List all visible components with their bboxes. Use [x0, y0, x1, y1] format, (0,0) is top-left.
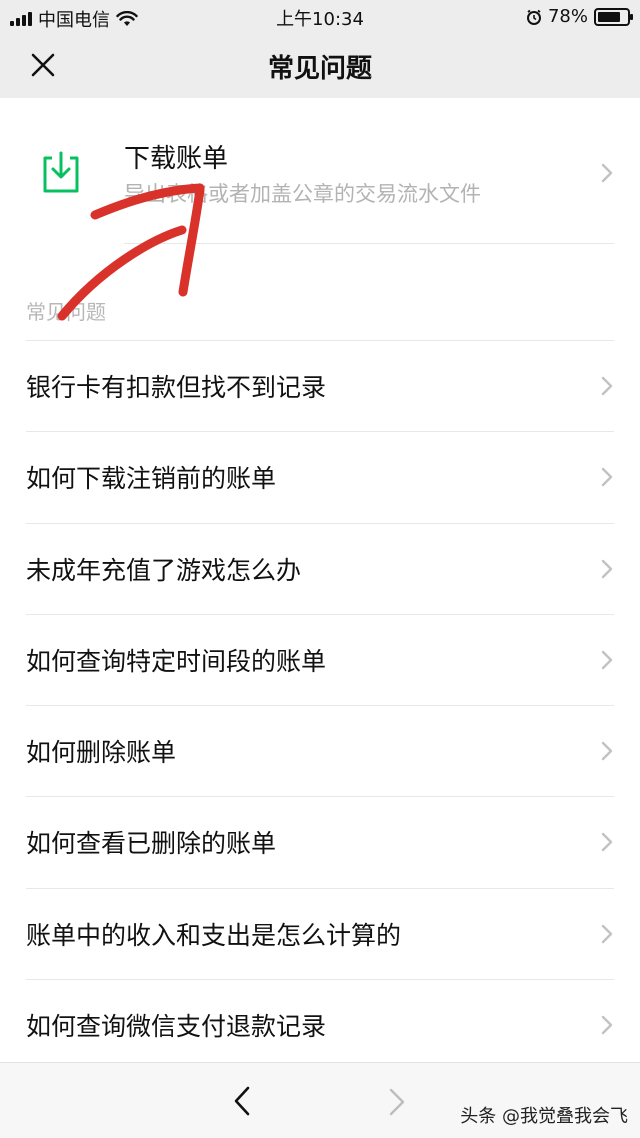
status-bar: 中国电信 上午10:34 78%	[0, 0, 640, 34]
download-bill-title: 下载账单	[124, 144, 229, 174]
download-icon	[43, 151, 79, 193]
chevron-right-icon	[601, 376, 613, 396]
download-bill-card[interactable]: 下载账单 导出表格或者加盖公章的交易流水文件	[0, 98, 640, 244]
faq-item-view-deleted[interactable]: 如何查看已删除的账单	[0, 796, 640, 887]
chevron-right-icon	[601, 163, 613, 183]
faq-item-label: 账单中的收入和支出是怎么计算的	[26, 920, 402, 950]
chevron-right-icon	[601, 468, 613, 487]
faq-item-label: 银行卡有扣款但找不到记录	[26, 373, 327, 402]
faq-item-label: 如何查询微信支付退款记录	[26, 1012, 327, 1042]
faq-item-label: 如何查询特定时间段的账单	[26, 646, 327, 676]
chevron-left-icon[interactable]	[232, 1085, 252, 1117]
divider	[26, 613, 614, 615]
watermark: 头条 @我觉叠我会飞	[460, 1106, 628, 1127]
content: 下载账单 导出表格或者加盖公章的交易流水文件 常见问题 银行卡有扣款但找不到记录…	[0, 98, 640, 1062]
faq-item-refund-record[interactable]: 如何查询微信支付退款记录	[0, 979, 640, 1070]
faq-list: 银行卡有扣款但找不到记录 如何下载注销前的账单 未成年充值了游戏怎么办 如何查询…	[0, 340, 640, 1070]
battery-percent: 78%	[547, 6, 588, 27]
chevron-right-icon	[601, 650, 613, 670]
faq-item-label: 如何下载注销前的账单	[26, 464, 277, 494]
divider	[26, 431, 614, 433]
divider	[26, 522, 614, 524]
chevron-right-icon[interactable]	[388, 1087, 406, 1117]
chevron-right-icon	[601, 833, 613, 852]
alarm-icon	[526, 9, 541, 25]
chevron-right-icon	[601, 559, 613, 578]
faq-item-bank-deduction[interactable]: 银行卡有扣款但找不到记录	[0, 340, 640, 431]
faq-item-delete-bill[interactable]: 如何删除账单	[0, 705, 640, 796]
battery-fill	[598, 11, 620, 22]
chevron-right-icon	[601, 741, 613, 761]
page-title: 常见问题	[267, 54, 372, 84]
faq-item-label: 如何删除账单	[26, 738, 177, 768]
faq-item-download-closed[interactable]: 如何下载注销前的账单	[0, 431, 640, 522]
battery-icon	[594, 7, 633, 26]
divider	[124, 243, 614, 244]
download-bill-subtitle: 导出表格或者加盖公章的交易流水文件	[124, 182, 481, 206]
nav-bar: 常见问题	[0, 34, 640, 98]
divider	[26, 796, 614, 798]
divider	[26, 979, 614, 981]
faq-item-query-period[interactable]: 如何查询特定时间段的账单	[0, 613, 640, 705]
faq-item-minor-recharge[interactable]: 未成年充值了游戏怎么办	[0, 522, 640, 614]
faq-item-label: 如何查看已删除的账单	[26, 829, 277, 859]
section-label: 常见问题	[26, 300, 106, 324]
chevron-right-icon	[601, 1015, 613, 1035]
divider	[26, 340, 614, 341]
divider	[26, 705, 614, 707]
chevron-right-icon	[601, 924, 613, 943]
status-right: 78%	[526, 6, 633, 27]
faq-item-income-expense[interactable]: 账单中的收入和支出是怎么计算的	[0, 887, 640, 979]
faq-item-label: 未成年充值了游戏怎么办	[26, 555, 302, 585]
divider	[26, 887, 614, 889]
